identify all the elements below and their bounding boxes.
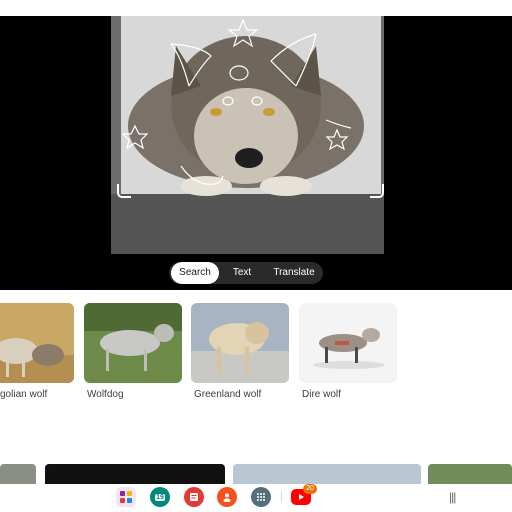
result-card-greenland-wolf[interactable] [191,303,289,383]
taskbar-divider [281,491,282,503]
mode-text-button[interactable]: Text [222,262,262,284]
result-card-partial-2[interactable] [45,464,225,484]
app-drawer-icon[interactable] [251,487,271,507]
result-card-wolfdog[interactable] [84,303,182,383]
mode-translate-button[interactable]: Translate [266,262,322,284]
result-label-wolfdog: Wolfdog [87,389,124,400]
result-card-partial-4[interactable] [428,464,512,484]
result-card-partial-1[interactable] [0,464,36,484]
recents-button[interactable]: ||| [449,490,456,504]
crop-corner-bottom-right[interactable] [370,184,384,198]
result-card-mongolian-wolf[interactable] [0,303,74,383]
mode-search-button[interactable]: Search [171,262,219,284]
app-folder-icon[interactable] [116,487,136,507]
crop-corner-bottom-left[interactable] [117,184,131,198]
calendar-icon[interactable]: 19 [150,487,170,507]
wolf-photo[interactable] [111,16,384,254]
contacts-icon[interactable] [217,487,237,507]
youtube-notification-badge: 20 [303,484,317,494]
result-label-dire-wolf: Dire wolf [302,389,341,400]
notes-icon[interactable] [184,487,204,507]
calendar-day: 19 [155,493,165,501]
result-card-partial-3[interactable] [233,464,421,484]
result-card-dire-wolf[interactable] [299,303,397,383]
result-label-mongolian-wolf: golian wolf [0,389,48,400]
result-label-greenland-wolf: Greenland wolf [194,389,262,400]
